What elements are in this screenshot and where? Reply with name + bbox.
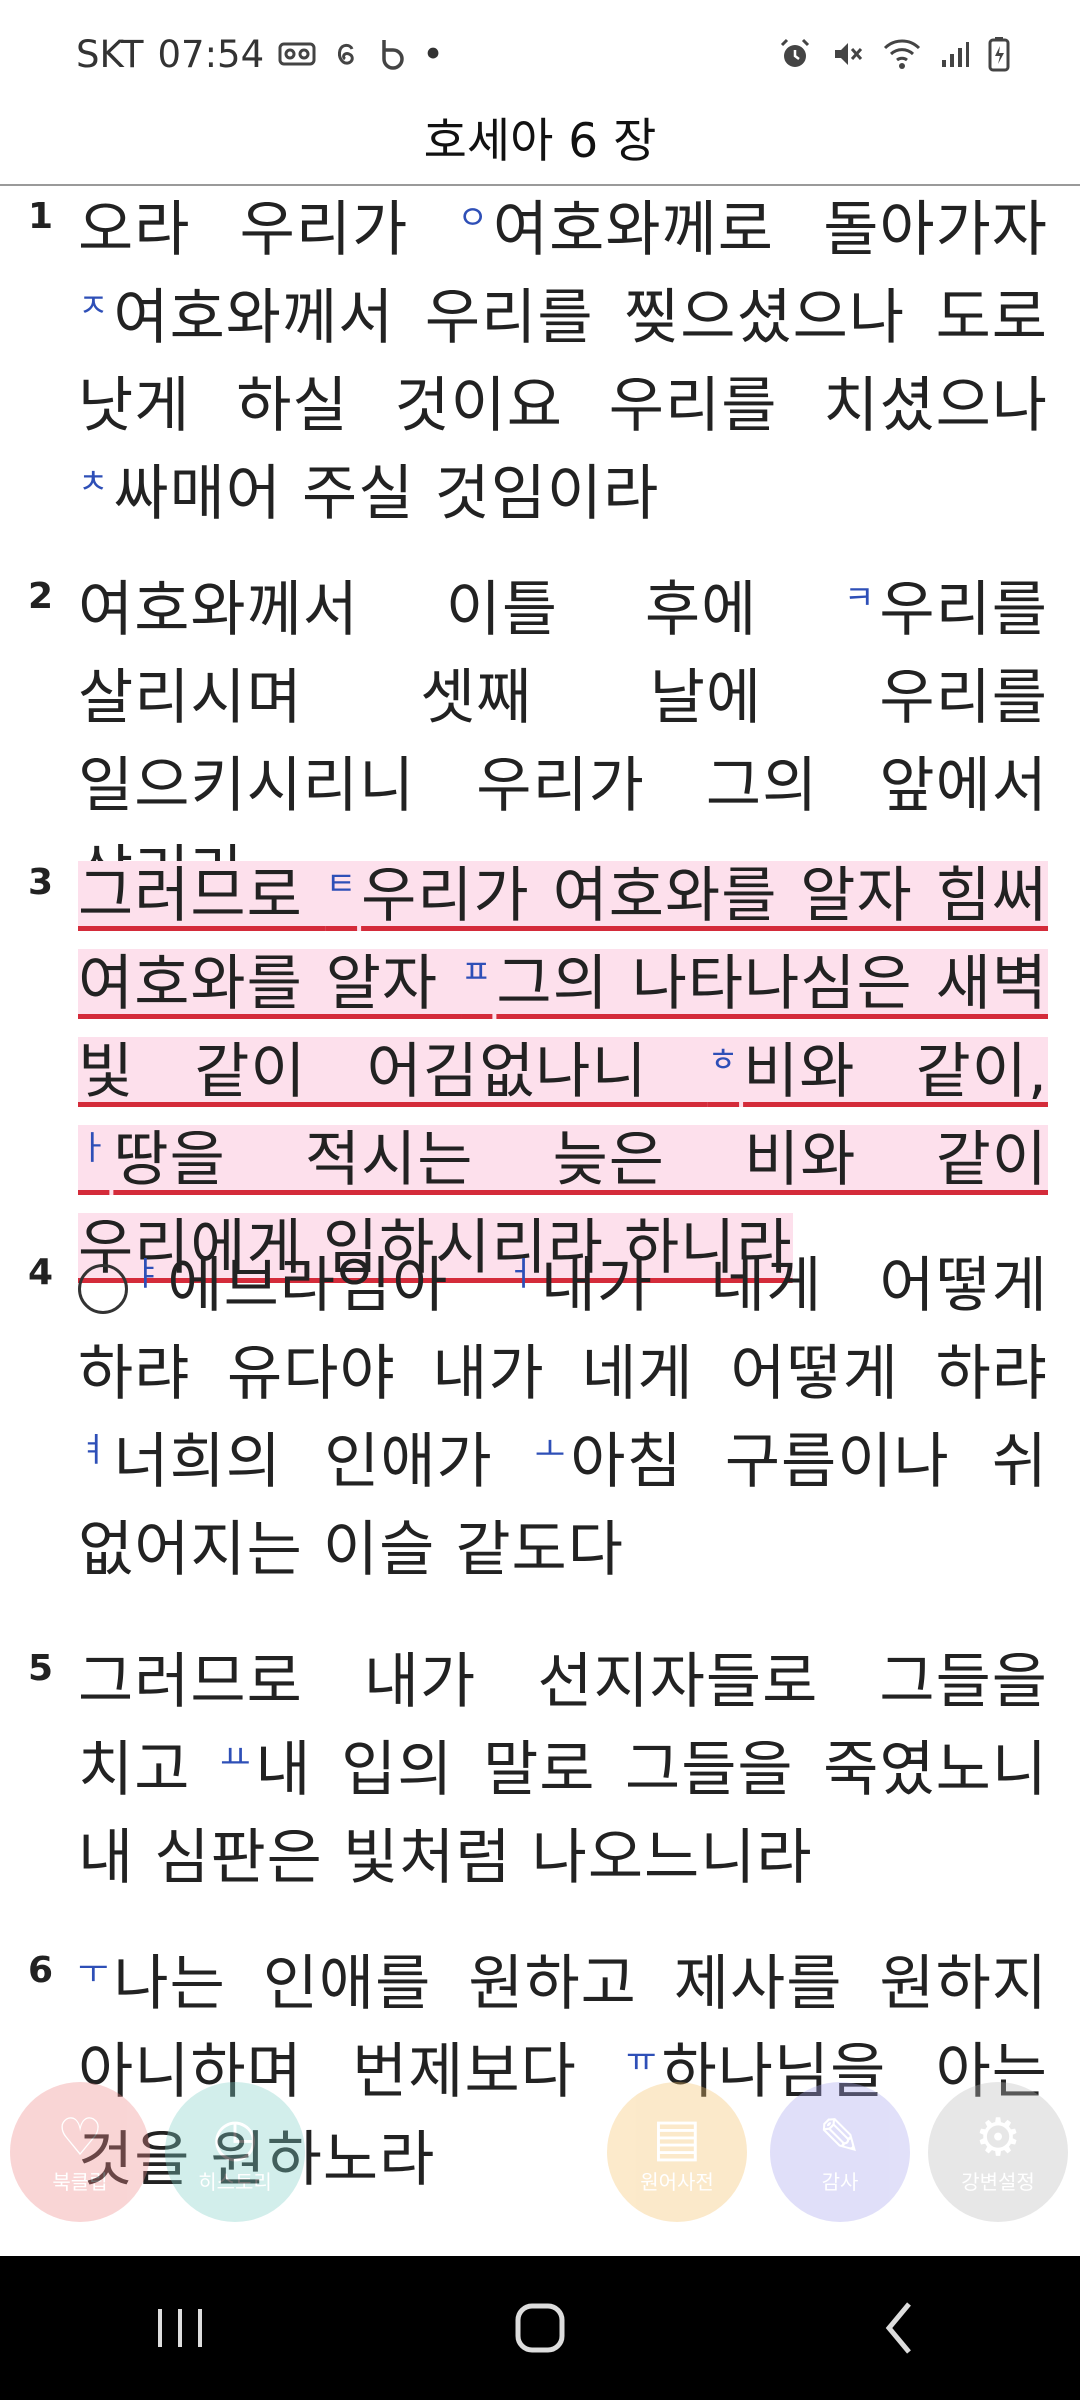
recent-apps-icon	[158, 2309, 202, 2347]
status-bar: SKT 07:54 •	[0, 0, 1080, 108]
verse-text-segment: 그러므로	[78, 861, 326, 931]
footnote-marker[interactable]: ㅇ	[458, 198, 489, 237]
footnote-marker[interactable]: ㅜ	[78, 1952, 109, 1991]
verse-text-segment: 비와 같이,	[743, 1037, 1048, 1107]
verse-text-segment: 싸매어 주실 것임이라	[113, 459, 660, 529]
verse-text: ㅑ에브라임아 ㅓ내가 네게 어떻게 하랴 유다야 내가 네게 어떻게 하랴 ㅕ너…	[78, 1242, 1048, 1594]
footnote-marker[interactable]: ㅌ	[326, 864, 357, 903]
footnote-marker[interactable]: ㅑ	[132, 1254, 163, 1293]
footnote-marker[interactable]: ㅏ	[78, 1128, 109, 1167]
notification-dot: •	[422, 32, 444, 76]
dictionary-label: 원어사전	[640, 2169, 714, 2194]
verse-text: 그러므로 ㅌ우리가 여호와를 알자 힘써 여호와를 알자 ㅍ그의 나타나심은 새…	[78, 852, 1049, 1292]
verse-text-segment: 여호와께로 돌아가자	[492, 195, 1048, 265]
threads-icon	[330, 38, 362, 70]
chapter-title-bar[interactable]: 호세아 6 장	[0, 108, 1080, 186]
wifi-icon	[882, 38, 922, 70]
dictionary-button[interactable]: ▤ 원어사전	[607, 2082, 747, 2222]
verse-3[interactable]: 3 그러므로 ㅌ우리가 여호와를 알자 힘써 여호와를 알자 ㅍ그의 나타나심은 …	[0, 852, 1080, 1292]
status-left: SKT 07:54 •	[76, 33, 444, 76]
verse-list[interactable]: 1 오라 우리가 ㅇ여호와께로 돌아가자 ㅈ여호와께서 우리를 찢으셨으나 도로 …	[0, 186, 1080, 2254]
verse-number: 2	[28, 576, 54, 617]
dictionary-icon: ▤	[652, 2107, 702, 2168]
history-label: 히스토리	[198, 2169, 272, 2194]
footnote-marker[interactable]: ㅕ	[78, 1430, 109, 1469]
b-app-icon	[376, 37, 408, 71]
highlighted-verse-text: 그러므로 ㅌ우리가 여호와를 알자 힘써 여호와를 알자 ㅍ그의 나타나심은 새…	[78, 861, 1049, 1283]
verse-text-segment: 에브라임아	[167, 1251, 506, 1321]
verse-number: 3	[28, 862, 54, 903]
verse-text-segment: 여호와께서 이틀 후에	[78, 575, 845, 645]
clock: 07:54	[157, 32, 265, 76]
paragraph-circle-icon	[78, 1264, 128, 1314]
footnote-marker[interactable]: ㅍ	[461, 952, 492, 991]
history-icon: ◷	[212, 2107, 258, 2168]
verse-4[interactable]: 4 ㅑ에브라임아 ㅓ내가 네게 어떻게 하랴 유다야 내가 네게 어떻게 하랴 ㅕ…	[0, 1242, 1080, 1594]
verse-number: 1	[28, 196, 54, 237]
verse-number: 5	[28, 1648, 54, 1689]
carrier-label: SKT	[76, 32, 144, 76]
verse-text: 그러므로 내가 선지자들로 그들을 치고 ㅛ내 입의 말로 그들을 죽였노니 내…	[78, 1638, 1048, 1902]
mute-icon	[830, 37, 864, 71]
footnote-marker[interactable]: ㅈ	[78, 286, 109, 325]
recent-apps-button[interactable]	[110, 2278, 250, 2378]
home-icon	[515, 2303, 565, 2353]
settings-label: 강변설정	[961, 2169, 1035, 2194]
signal-icon	[940, 39, 970, 69]
status-right	[778, 36, 1010, 72]
gratitude-label: 감사	[821, 2169, 859, 2194]
footnote-marker[interactable]: ㅎ	[708, 1040, 739, 1079]
glasses-icon	[278, 39, 316, 69]
gratitude-button[interactable]: ✎ 감사	[770, 2082, 910, 2222]
settings-button[interactable]: ⚙ 강변설정	[928, 2082, 1068, 2222]
verse-text-segment: 여호와께서 우리를 찢으셨으나 도로 낫게 하실 것이요 우리를 치셨으나	[78, 283, 1048, 441]
verse-5[interactable]: 5 그러므로 내가 선지자들로 그들을 치고 ㅛ내 입의 말로 그들을 죽였노니 …	[0, 1638, 1080, 1902]
verse-1[interactable]: 1 오라 우리가 ㅇ여호와께로 돌아가자 ㅈ여호와께서 우리를 찢으셨으나 도로 …	[0, 186, 1080, 538]
home-button[interactable]	[470, 2278, 610, 2378]
verse-number: 6	[28, 1950, 54, 1991]
back-icon	[885, 2302, 911, 2354]
verse-text-segment: 오라 우리가	[78, 195, 458, 265]
verse-text: 오라 우리가 ㅇ여호와께로 돌아가자 ㅈ여호와께서 우리를 찢으셨으나 도로 낫…	[78, 186, 1048, 538]
bookclip-button[interactable]: ♡ 북클립	[10, 2082, 150, 2222]
battery-icon	[988, 36, 1010, 72]
verse-number: 4	[28, 1252, 54, 1293]
footnote-marker[interactable]: ㅠ	[626, 2040, 657, 2079]
settings-icon: ⚙	[974, 2107, 1022, 2168]
bookclip-label: 북클립	[52, 2169, 108, 2194]
back-button[interactable]	[830, 2278, 970, 2378]
alarm-icon	[778, 37, 812, 71]
footnote-marker[interactable]: ㅗ	[535, 1430, 566, 1469]
footnote-marker[interactable]: ㅊ	[78, 462, 109, 501]
footnote-marker[interactable]: ㅓ	[505, 1254, 536, 1293]
system-nav-bar	[0, 2256, 1080, 2400]
verse-6[interactable]: 6 ㅜ나는 인애를 원하고 제사를 원하지 아니하며 번제보다 ㅠ하나님을 아는 …	[0, 1940, 1080, 2204]
verse-text-segment: 너희의 인애가	[113, 1427, 535, 1497]
chapter-title[interactable]: 호세아 6 장	[424, 114, 657, 169]
history-button[interactable]: ◷ 히스토리	[165, 2082, 305, 2222]
gratitude-icon: ✎	[818, 2107, 862, 2168]
footnote-marker[interactable]: ㅋ	[844, 578, 875, 617]
bookmark-icon: ♡	[56, 2107, 104, 2168]
footnote-marker[interactable]: ㅛ	[220, 1738, 251, 1777]
